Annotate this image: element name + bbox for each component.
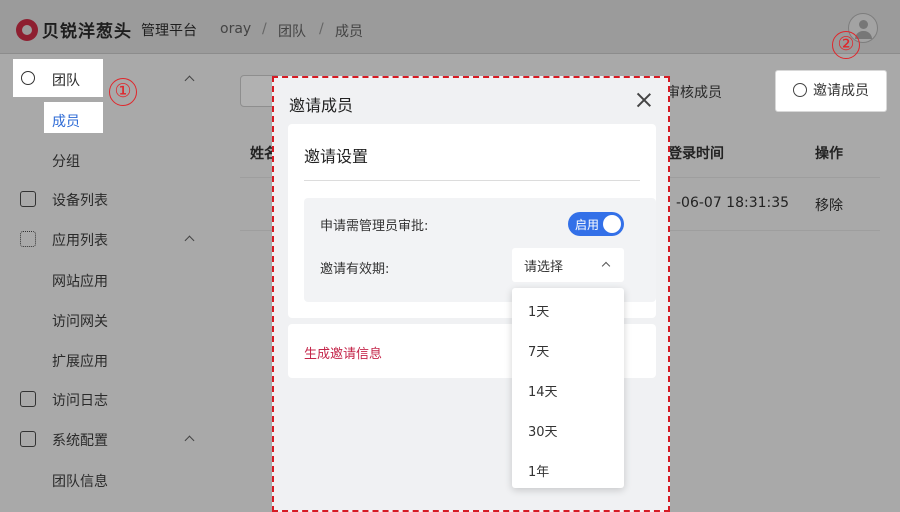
sidebar-item-member[interactable]: 成员 [52, 111, 80, 131]
validity-select[interactable]: 请选择 [512, 248, 624, 282]
logo-text: 贝锐洋葱头 [42, 22, 132, 42]
sidebar-item-apps[interactable]: 应用列表 [0, 219, 220, 259]
column-header-actions: 操作 [815, 146, 843, 162]
sidebar-item-label: 系统配置 [52, 433, 108, 449]
sidebar-item-team-info[interactable]: 团队信息 [52, 471, 108, 491]
validity-label: 邀请有效期: [320, 262, 390, 277]
breadcrumb-member: 成员 [335, 24, 363, 40]
device-icon [20, 191, 36, 207]
dropdown-option[interactable]: 7天 [528, 341, 549, 360]
close-icon[interactable] [636, 92, 652, 108]
sidebar-item-label: 访问日志 [52, 393, 108, 409]
settings-panel: 申请需管理员审批: 启用 邀请有效期: 请选择 [304, 198, 656, 302]
column-header-login-time: 登录时间 [668, 146, 724, 162]
table-cell-login-time: -06-07 18:31:35 [676, 195, 790, 211]
dialog-title: 邀请成员 [289, 96, 354, 115]
toggle-label: 启用 [575, 218, 600, 232]
log-icon [20, 391, 36, 407]
dropdown-option[interactable]: 1年 [528, 461, 549, 480]
dropdown-option[interactable]: 1天 [528, 301, 549, 320]
logo-icon [16, 18, 38, 41]
logo: 贝锐洋葱头 [16, 17, 132, 42]
divider [304, 180, 640, 181]
validity-dropdown: 1天 7天 14天 30天 1年 [512, 288, 624, 488]
toggle-knob [603, 215, 621, 233]
annotation-marker-2: ② [832, 31, 860, 59]
generate-invite-link[interactable]: 生成邀请信息 [304, 343, 382, 362]
sidebar-item-web-apps[interactable]: 网站应用 [52, 271, 108, 291]
sidebar-item-settings[interactable]: 系统配置 [0, 419, 220, 459]
chevron-up-icon [601, 261, 611, 271]
annotation-marker-1: ① [109, 78, 137, 106]
invite-member-label: 邀请成员 [813, 83, 869, 99]
breadcrumb-separator: / [319, 21, 324, 37]
section-title: 邀请设置 [304, 147, 369, 166]
sidebar-item-label: 团队 [52, 73, 80, 89]
approval-label: 申请需管理员审批: [320, 219, 429, 234]
remove-button[interactable]: 移除 [815, 195, 843, 215]
apps-icon [20, 231, 36, 247]
sidebar-item-label: 应用列表 [52, 233, 108, 249]
breadcrumb-separator: / [262, 21, 267, 37]
sidebar-item-label: 设备列表 [52, 193, 108, 209]
review-members-button[interactable]: 审核成员 [666, 82, 722, 102]
invite-member-button[interactable]: 邀请成员 [775, 70, 887, 112]
sidebar-item-group[interactable]: 分组 [52, 151, 80, 171]
chevron-up-icon [184, 235, 195, 246]
top-bar: 贝锐洋葱头 管理平台 oray / 团队 / 成员 [0, 0, 900, 54]
breadcrumb-org[interactable]: oray [220, 21, 251, 37]
platform-title: 管理平台 [141, 23, 197, 39]
dropdown-option[interactable]: 14天 [528, 381, 558, 400]
sidebar-item-extensions[interactable]: 扩展应用 [52, 351, 108, 371]
team-icon [21, 71, 35, 85]
sidebar-item-gateway[interactable]: 访问网关 [52, 311, 108, 331]
plus-circle-icon [793, 83, 807, 97]
breadcrumb-team[interactable]: 团队 [278, 21, 306, 41]
settings-icon [20, 431, 36, 447]
dropdown-option[interactable]: 30天 [528, 421, 558, 440]
sidebar-item-logs[interactable]: 访问日志 [0, 379, 220, 419]
sidebar-item-devices[interactable]: 设备列表 [0, 179, 220, 219]
select-placeholder: 请选择 [524, 260, 564, 275]
approval-toggle[interactable]: 启用 [568, 212, 624, 236]
chevron-up-icon [184, 75, 195, 86]
chevron-up-icon [184, 435, 195, 446]
